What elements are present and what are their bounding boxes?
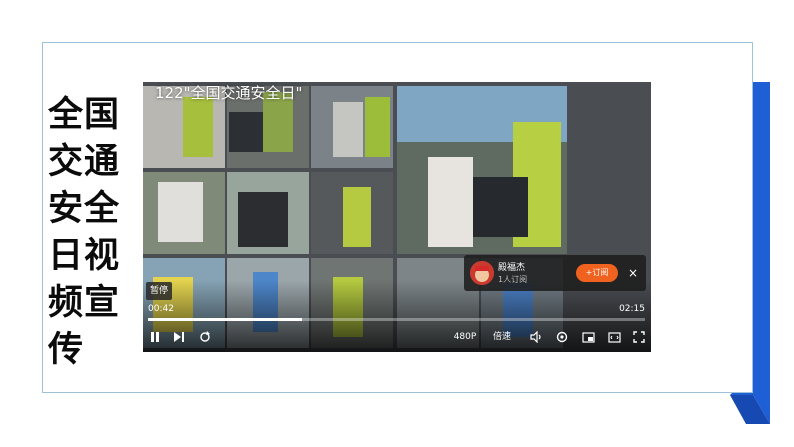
pause-tooltip: 暂停: [146, 282, 173, 300]
pause-icon: [151, 332, 159, 342]
volume-button[interactable]: [528, 328, 544, 346]
subscribe-card: 殿福杰 1人订阅 +订阅 ×: [464, 255, 646, 291]
progress-fill: [148, 318, 303, 321]
next-icon: [174, 332, 184, 342]
total-time: 02:15: [619, 304, 645, 314]
speed-selector[interactable]: 倍速: [489, 328, 515, 346]
picture-in-picture-button[interactable]: [580, 328, 596, 346]
loop-icon: [200, 331, 210, 342]
progress-bar[interactable]: [148, 318, 645, 321]
settings-button[interactable]: [554, 328, 570, 346]
quality-selector[interactable]: 480P: [451, 328, 479, 346]
video-player[interactable]: 122"全国交通安全日" 暂停 00:42 02:15 殿福杰 1人订阅 +订阅…: [143, 82, 651, 352]
subscriber-count: 1人订阅: [498, 275, 528, 284]
video-title-overlay: 122"全国交通安全日": [155, 84, 303, 102]
slide-title: 全国交通安全日视频宣传: [48, 95, 121, 370]
channel-avatar[interactable]: [470, 261, 494, 285]
current-time: 00:42: [148, 304, 174, 314]
fullscreen-icon: [633, 331, 645, 343]
widescreen-icon: [607, 331, 621, 343]
subscribe-button[interactable]: +订阅: [576, 264, 618, 282]
avatar-icon: [470, 261, 494, 285]
pip-icon: [581, 331, 595, 343]
volume-icon: [529, 331, 541, 343]
loop-button[interactable]: [197, 328, 213, 346]
pause-button[interactable]: [147, 328, 163, 346]
next-button[interactable]: [171, 328, 187, 346]
channel-name[interactable]: 殿福杰: [498, 260, 525, 273]
widescreen-button[interactable]: [606, 328, 622, 346]
close-subscribe-card-button[interactable]: ×: [626, 264, 640, 282]
fullscreen-button[interactable]: [631, 328, 647, 346]
settings-icon: [556, 331, 568, 343]
